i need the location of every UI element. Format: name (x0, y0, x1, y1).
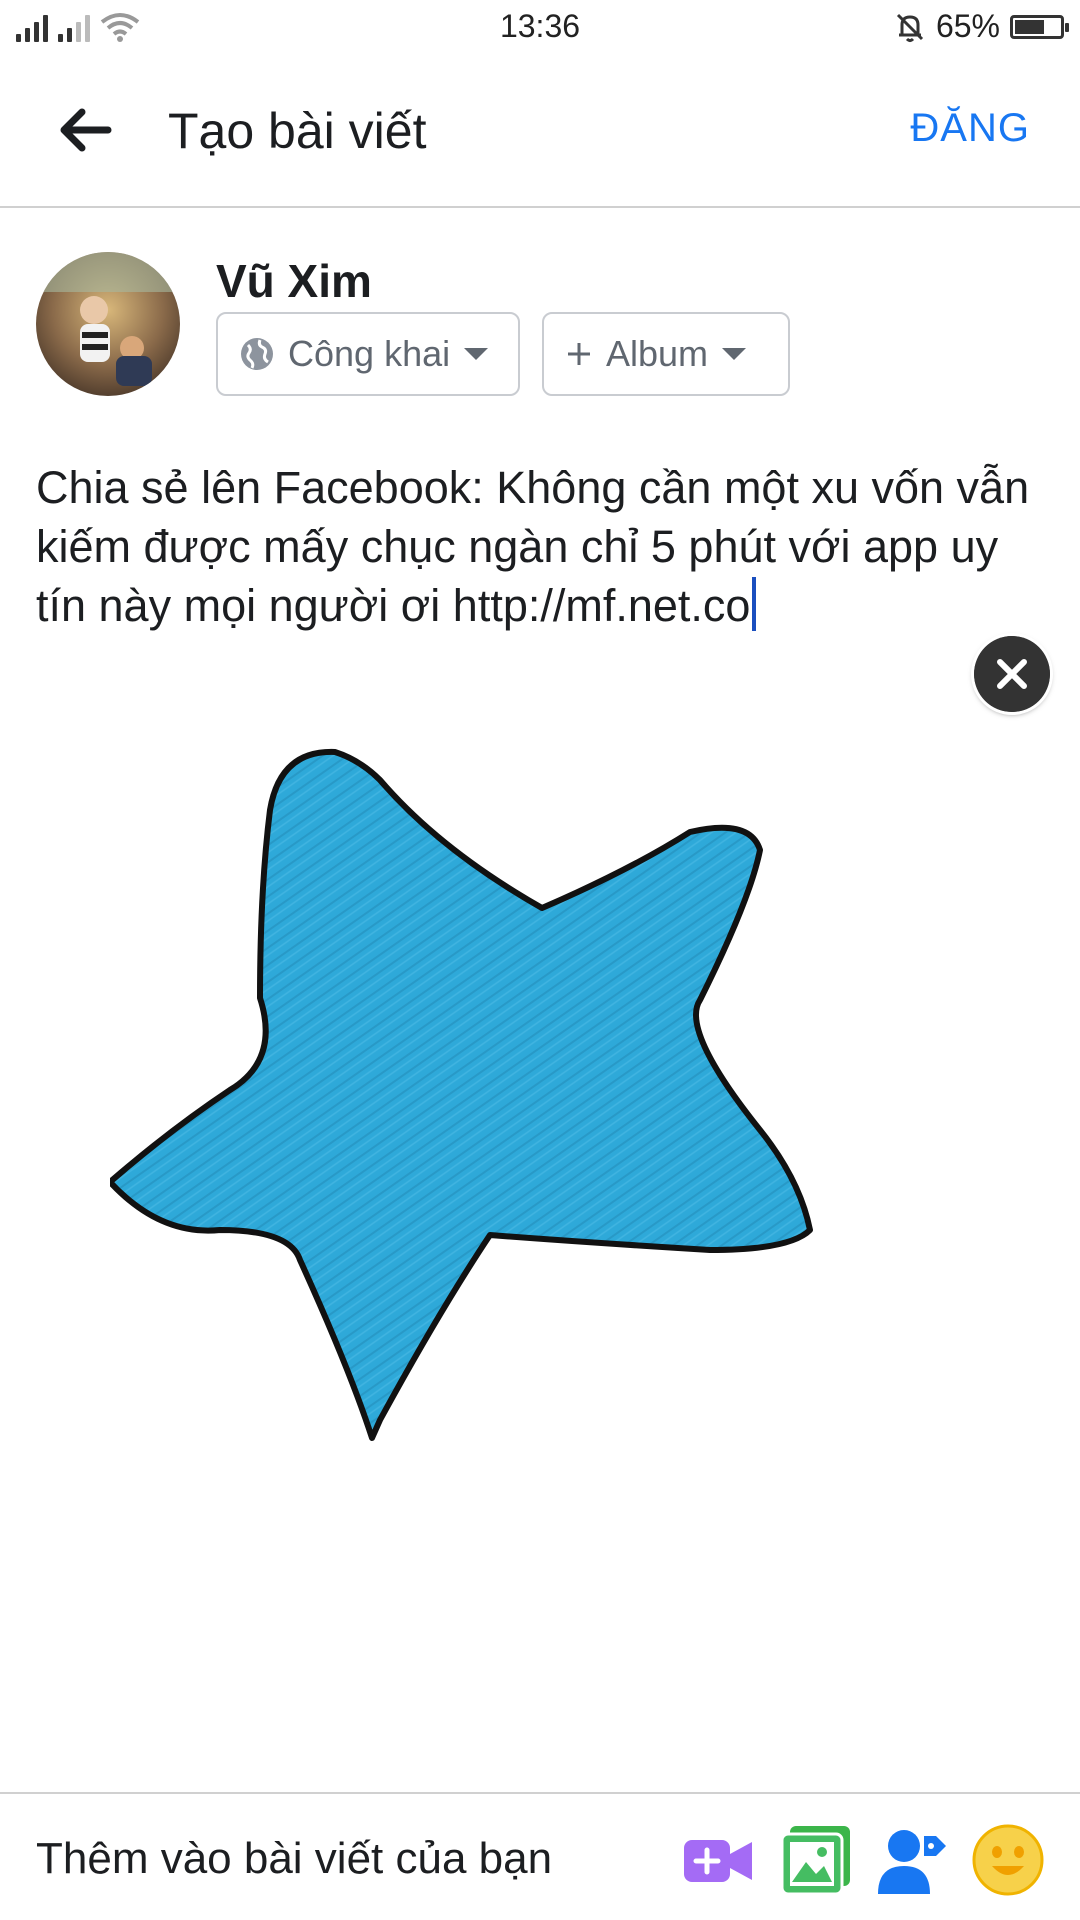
status-bar: 13:36 65% (0, 0, 1080, 56)
bell-off-icon (896, 13, 924, 42)
add-to-post-label: Thêm vào bài viết của bạn (36, 1834, 553, 1883)
post-text: Chia sẻ lên Facebook: Không cần một xu v… (36, 462, 1030, 631)
album-label: Album (606, 333, 709, 374)
add-to-post-bar[interactable]: Thêm vào bài viết của bạn (0, 1792, 1080, 1920)
status-right: 65% (894, 8, 1069, 45)
privacy-selector[interactable]: Công khai (216, 312, 520, 396)
attachment-image (110, 748, 813, 1441)
author-name: Vũ Xim (216, 255, 372, 307)
arrow-left-icon[interactable] (56, 106, 112, 154)
text-cursor (752, 577, 757, 631)
globe-icon (241, 338, 273, 370)
battery-level (1015, 19, 1044, 34)
plus-icon (568, 343, 590, 365)
chevron-down-icon (722, 348, 747, 360)
chevron-down-icon (464, 348, 489, 360)
blue-star (110, 748, 813, 1441)
post-text-input[interactable]: Chia sẻ lên Facebook: Không cần một xu v… (36, 458, 1036, 635)
post-button[interactable]: ĐĂNG (910, 106, 1030, 151)
header: Tạo bài viết ĐĂNG (0, 56, 1080, 208)
battery-percent: 65% (935, 8, 1000, 44)
video-icon[interactable] (680, 1822, 756, 1898)
privacy-label: Công khai (288, 333, 451, 374)
album-selector[interactable]: Album (542, 312, 790, 396)
emoji-icon[interactable] (970, 1822, 1046, 1898)
photo-icon[interactable] (778, 1822, 854, 1898)
tag-people-icon[interactable] (874, 1822, 950, 1898)
battery-icon (1010, 14, 1069, 39)
page-title: Tạo bài viết (168, 103, 427, 159)
avatar[interactable] (36, 252, 180, 396)
close-icon[interactable] (974, 636, 1050, 712)
